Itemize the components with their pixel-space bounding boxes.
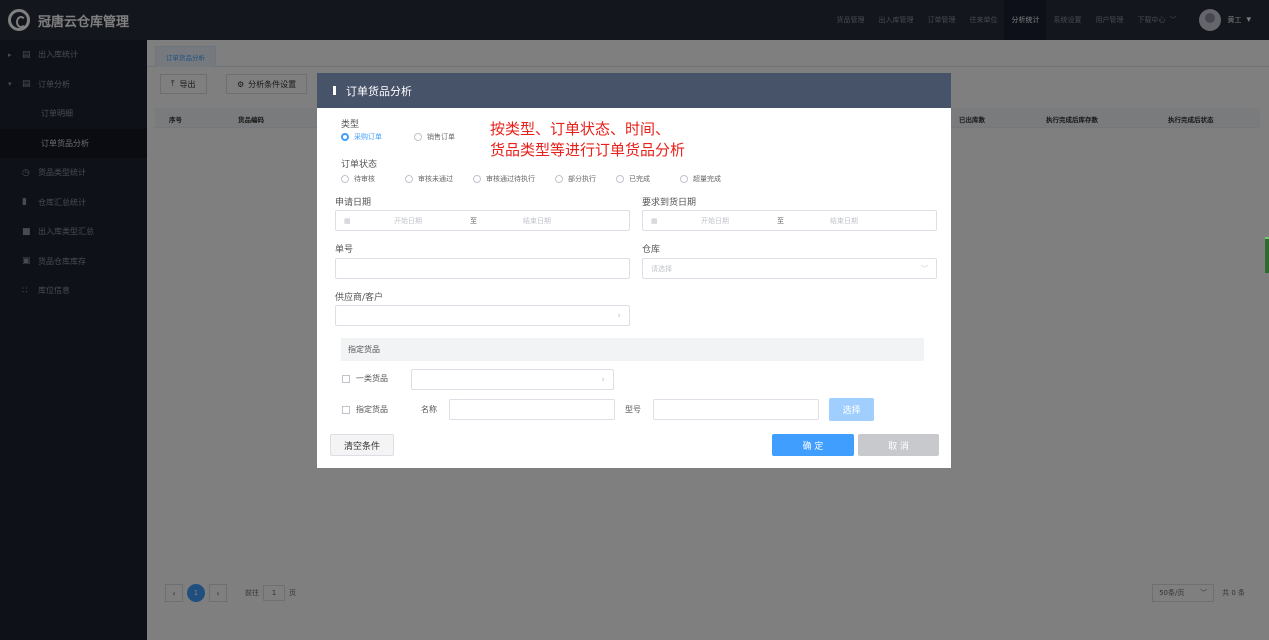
checkbox [342,374,350,383]
warehouse-label: 仓库 [642,245,661,255]
required-date-label: 要求到货日期 [642,198,697,208]
start-date-placeholder: 开始日期 [701,216,729,225]
required-date-range-picker[interactable]: ▦ 开始日期 至 结束日期 [642,210,937,231]
annotation-text: 按类型、订单状态、时间、 货品类型等进行订单货品分析 [490,120,686,159]
order-no-label: 单号 [335,245,354,255]
radio-dot [414,133,422,141]
warehouse-select[interactable]: 请选择 ﹀ [642,258,937,279]
goods-model-input[interactable] [653,399,819,420]
order-goods-analysis-dialog: 订单货品分析 类型 采购订单 销售订单 按类型、订单状态、时间、 货品类型等进行… [317,73,951,468]
checkbox [342,405,350,414]
supplier-picker[interactable]: › [335,305,630,326]
specified-goods-section: 指定货品 [341,338,924,361]
title-marker [333,86,336,95]
edge-scroll-indicator [1265,237,1269,273]
type-radio-group: 采购订单 销售订单 [341,132,475,142]
cancel-button[interactable]: 取 消 [858,434,939,456]
chevron-right-icon: › [601,374,605,385]
radio-dot [341,133,349,141]
goods-name-input[interactable] [449,399,615,420]
radio-purchase-order[interactable]: 采购订单 [341,132,382,142]
apply-date-range-picker[interactable]: ▦ 开始日期 至 结束日期 [335,210,630,231]
order-status-label: 订单状态 [341,160,378,170]
dialog-title: 订单货品分析 [346,84,412,98]
radio-pending-review[interactable]: 待审核 [341,174,375,184]
type-label: 类型 [341,120,360,130]
chevron-right-icon: › [617,310,621,321]
radio-approved-pending[interactable]: 审核通过待执行 [473,174,535,184]
goods-name-label: 名称 [421,405,437,414]
radio-review-rejected[interactable]: 审核未通过 [405,174,453,184]
date-range-separator: 至 [777,216,784,225]
confirm-button[interactable]: 确 定 [772,434,854,456]
category-goods-picker[interactable]: › [411,369,614,390]
order-no-input[interactable] [335,258,630,279]
end-date-placeholder: 结束日期 [523,216,551,225]
date-range-separator: 至 [470,216,477,225]
specified-goods-checkbox[interactable]: 指定货品 [342,404,388,415]
warehouse-placeholder: 请选择 [651,264,672,273]
clear-conditions-button[interactable]: 清空条件 [330,434,394,456]
select-goods-button[interactable]: 选择 [829,398,874,421]
goods-model-label: 型号 [625,405,641,414]
apply-date-label: 申请日期 [335,198,372,208]
calendar-icon: ▦ [651,216,658,225]
radio-partial-executed[interactable]: 部分执行 [555,174,596,184]
chevron-down-icon: ﹀ [921,264,928,273]
supplier-label: 供应商/客户 [335,293,384,303]
end-date-placeholder: 结束日期 [830,216,858,225]
dialog-header: 订单货品分析 [317,73,951,108]
start-date-placeholder: 开始日期 [394,216,422,225]
category-goods-checkbox[interactable]: 一类货品 [342,373,388,384]
calendar-icon: ▦ [344,216,351,225]
radio-sales-order[interactable]: 销售订单 [414,132,455,142]
radio-over-completed[interactable]: 超量完成 [680,174,721,184]
order-status-radio-group: 待审核 审核未通过 审核通过待执行 部分执行 已完成 超量完成 [341,174,741,184]
radio-completed[interactable]: 已完成 [616,174,650,184]
